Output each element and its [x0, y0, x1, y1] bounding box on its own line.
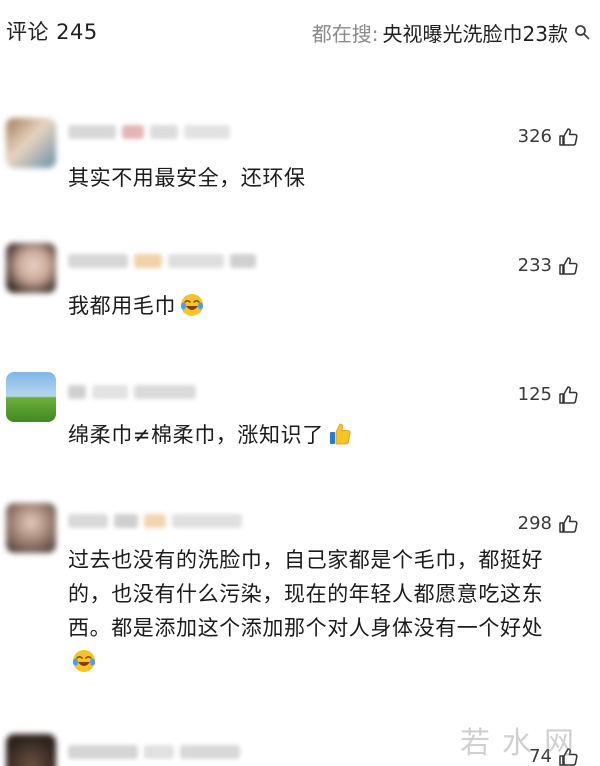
comment-item: 233 我都用毛巾 — [0, 243, 600, 343]
comments-screen: 评论 245 都在搜: 央视曝光洗脸巾23款 326 其实不用最安全，还环保 2… — [0, 0, 600, 766]
username[interactable] — [68, 384, 196, 400]
avatar[interactable] — [6, 243, 56, 293]
like-count: 298 — [517, 513, 552, 534]
comment-item: 125 绵柔巾≠棉柔巾，涨知识了 — [0, 372, 600, 472]
thumbs-up-outline-icon[interactable] — [558, 514, 578, 534]
username[interactable] — [68, 124, 230, 140]
like-button[interactable]: 125 — [518, 384, 578, 405]
comment-count: 评论 245 — [6, 20, 98, 44]
comment-text: 绵柔巾≠棉柔巾，涨知识了 — [68, 418, 568, 452]
search-icon[interactable] — [574, 24, 590, 40]
thumbs-up-outline-icon[interactable] — [558, 256, 578, 276]
like-count: 233 — [517, 255, 552, 276]
like-count: 125 — [517, 384, 552, 405]
like-button[interactable]: 298 — [518, 513, 578, 534]
watermark: 若水网 — [460, 726, 586, 761]
like-button[interactable]: 233 — [518, 255, 578, 276]
thumbs-up-emoji — [329, 423, 351, 445]
search-prefix: 都在搜: — [311, 21, 379, 46]
comment-text-content: 我都用毛巾 — [68, 294, 176, 318]
crying-laughing-emoji — [181, 294, 203, 316]
thumbs-up-outline-icon[interactable] — [558, 127, 578, 147]
comment-item: 326 其实不用最安全，还环保 — [0, 118, 600, 218]
username[interactable] — [68, 744, 240, 760]
avatar[interactable] — [6, 734, 56, 766]
comment-text: 其实不用最安全，还环保 — [68, 166, 306, 190]
comment-text-content: 过去也没有的洗脸巾，自己家都是个毛巾，都挺好的，也没有什么污染，现在的年轻人都愿… — [68, 548, 544, 640]
comment-text-content: 绵柔巾≠棉柔巾，涨知识了 — [68, 423, 324, 447]
avatar[interactable] — [6, 118, 56, 168]
thumbs-up-outline-icon[interactable] — [558, 385, 578, 405]
like-count: 326 — [517, 126, 552, 147]
username[interactable] — [68, 513, 242, 529]
like-button[interactable]: 326 — [518, 126, 578, 147]
trending-search[interactable]: 都在搜: 央视曝光洗脸巾23款 — [312, 17, 590, 47]
comments-header: 评论 245 都在搜: 央视曝光洗脸巾23款 — [0, 0, 600, 72]
username[interactable] — [68, 253, 256, 269]
comment-item: 298 过去也没有的洗脸巾，自己家都是个毛巾，都挺好的，也没有什么污染，现在的年… — [0, 503, 600, 693]
comment-text: 我都用毛巾 — [68, 289, 568, 323]
search-term[interactable]: 央视曝光洗脸巾23款 — [383, 18, 568, 47]
avatar[interactable] — [6, 503, 56, 553]
crying-laughing-emoji — [73, 650, 95, 672]
avatar[interactable] — [6, 372, 56, 422]
comment-text: 过去也没有的洗脸巾，自己家都是个毛巾，都挺好的，也没有什么污染，现在的年轻人都愿… — [68, 543, 558, 679]
